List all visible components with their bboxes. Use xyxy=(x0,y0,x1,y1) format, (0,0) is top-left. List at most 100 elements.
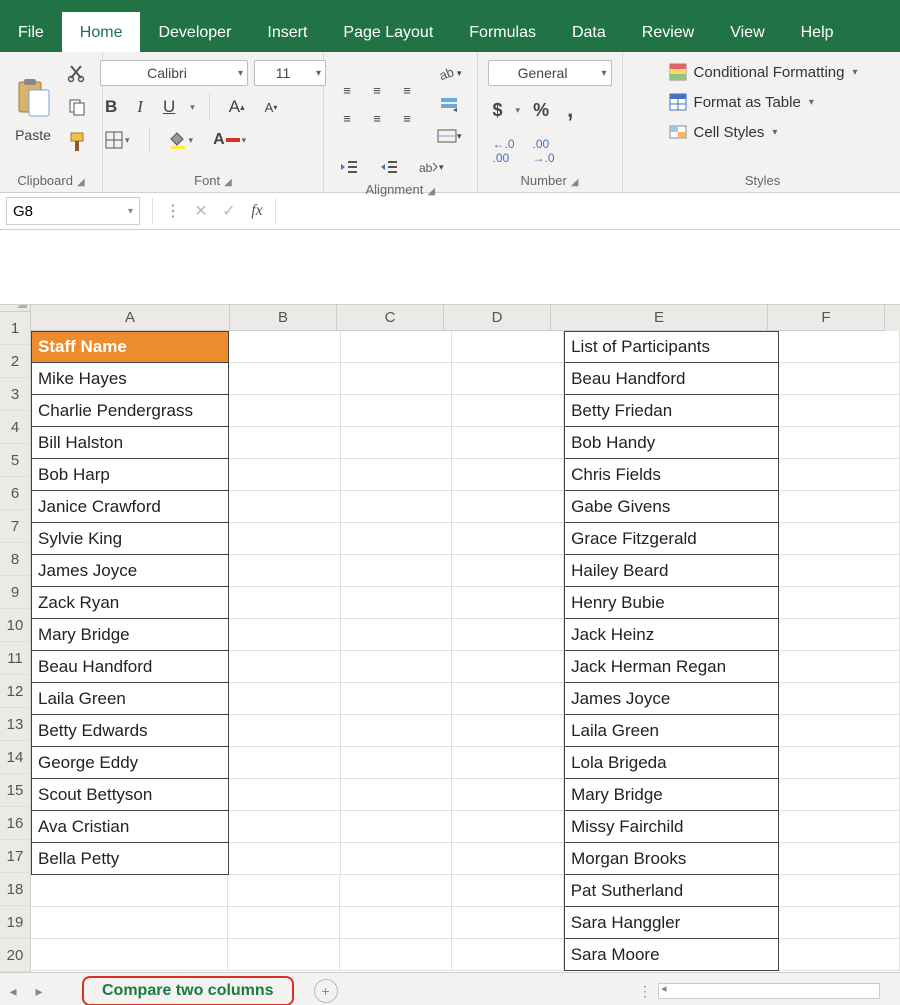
paste-label[interactable]: Paste xyxy=(15,127,51,143)
cell-A14[interactable]: George Eddy xyxy=(31,747,229,779)
cell-B17[interactable] xyxy=(229,843,341,875)
cell-C9[interactable] xyxy=(341,587,453,619)
cell-D19[interactable] xyxy=(452,907,564,939)
row-header-2[interactable]: 2 xyxy=(0,345,31,378)
cell-F2[interactable] xyxy=(779,363,900,395)
cell-A15[interactable]: Scout Bettyson xyxy=(31,779,229,811)
cell-D6[interactable] xyxy=(452,491,564,523)
dialog-launcher-icon[interactable]: ◢ xyxy=(571,177,579,188)
cell-D4[interactable] xyxy=(452,427,564,459)
underline-button[interactable]: U xyxy=(158,94,180,120)
font-name-dropdown[interactable]: Calibri xyxy=(100,60,248,86)
column-header-A[interactable]: A xyxy=(31,305,230,331)
cell-F7[interactable] xyxy=(779,523,900,555)
cell-F10[interactable] xyxy=(779,619,900,651)
fill-color-icon[interactable]: ▾ xyxy=(164,128,199,152)
cell-F5[interactable] xyxy=(779,459,900,491)
cell-F14[interactable] xyxy=(779,747,900,779)
cell-B15[interactable] xyxy=(229,779,341,811)
cell-E5[interactable]: Chris Fields xyxy=(564,459,779,491)
cell-A6[interactable]: Janice Crawford xyxy=(31,491,229,523)
enter-icon[interactable]: ✓ xyxy=(215,198,243,224)
cell-B16[interactable] xyxy=(229,811,341,843)
cell-E7[interactable]: Grace Fitzgerald xyxy=(564,523,779,555)
cell-B6[interactable] xyxy=(229,491,341,523)
cell-B18[interactable] xyxy=(228,875,340,907)
format-painter-icon[interactable] xyxy=(62,128,92,156)
cell-C16[interactable] xyxy=(341,811,453,843)
cell-F12[interactable] xyxy=(779,683,900,715)
cell-A19[interactable] xyxy=(31,907,228,939)
cell-D11[interactable] xyxy=(452,651,564,683)
cell-D20[interactable] xyxy=(452,939,564,971)
cell-B3[interactable] xyxy=(229,395,341,427)
cell-A13[interactable]: Betty Edwards xyxy=(31,715,229,747)
cell-B19[interactable] xyxy=(228,907,340,939)
align-top-icon[interactable]: ≡ xyxy=(334,78,360,102)
row-header-9[interactable]: 9 xyxy=(0,576,31,609)
row-header-11[interactable]: 11 xyxy=(0,642,31,675)
currency-button[interactable]: $ xyxy=(488,97,508,124)
wrap-text-icon[interactable] xyxy=(432,92,467,118)
cancel-icon[interactable]: ✕ xyxy=(187,198,215,224)
cell-A11[interactable]: Beau Handford xyxy=(31,651,229,683)
row-header-7[interactable]: 7 xyxy=(0,510,31,543)
tab-help[interactable]: Help xyxy=(783,12,852,52)
cell-F6[interactable] xyxy=(779,491,900,523)
column-header-F[interactable]: F xyxy=(768,305,885,331)
row-header-10[interactable]: 10 xyxy=(0,609,31,642)
cell-B13[interactable] xyxy=(229,715,341,747)
row-header-8[interactable]: 8 xyxy=(0,543,31,576)
add-sheet-icon[interactable]: + xyxy=(314,979,338,1003)
cell-F15[interactable] xyxy=(779,779,900,811)
tab-review[interactable]: Review xyxy=(624,12,712,52)
cell-D12[interactable] xyxy=(452,683,564,715)
column-header-E[interactable]: E xyxy=(551,305,768,331)
cell-D2[interactable] xyxy=(452,363,564,395)
align-right-icon[interactable]: ≡ xyxy=(394,106,420,130)
cell-D3[interactable] xyxy=(452,395,564,427)
cell-D15[interactable] xyxy=(452,779,564,811)
increase-decimal-icon[interactable]: ←.0.00 xyxy=(488,134,520,168)
orientation2-icon[interactable]: ab▾ xyxy=(414,156,449,178)
cell-B8[interactable] xyxy=(229,555,341,587)
cell-D14[interactable] xyxy=(452,747,564,779)
cell-B1[interactable] xyxy=(229,331,341,363)
italic-button[interactable]: I xyxy=(132,94,148,120)
cell-E14[interactable]: Lola Brigeda xyxy=(564,747,779,779)
tab-scroll-icon[interactable]: ⋮ xyxy=(634,980,656,1002)
cell-D1[interactable] xyxy=(452,331,564,363)
row-header-19[interactable]: 19 xyxy=(0,906,31,939)
tab-data[interactable]: Data xyxy=(554,12,624,52)
cell-B10[interactable] xyxy=(229,619,341,651)
cell-B9[interactable] xyxy=(229,587,341,619)
cell-E8[interactable]: Hailey Beard xyxy=(564,555,779,587)
cell-F17[interactable] xyxy=(779,843,900,875)
align-middle-icon[interactable]: ≡ xyxy=(364,78,390,102)
tab-home[interactable]: Home xyxy=(62,12,141,52)
font-color-icon[interactable]: A▾ xyxy=(208,128,251,152)
borders-icon[interactable]: ▾ xyxy=(100,128,135,152)
cell-E13[interactable]: Laila Green xyxy=(564,715,779,747)
cell-A17[interactable]: Bella Petty xyxy=(31,843,229,875)
sheet-nav-next-icon[interactable]: ▸ xyxy=(28,980,50,1002)
cut-icon[interactable] xyxy=(62,60,92,86)
decrease-indent-icon[interactable] xyxy=(334,156,364,178)
tab-view[interactable]: View xyxy=(712,12,782,52)
tab-developer[interactable]: Developer xyxy=(140,12,249,52)
align-center-icon[interactable]: ≡ xyxy=(364,106,390,130)
cell-A18[interactable] xyxy=(31,875,228,907)
cell-E17[interactable]: Morgan Brooks xyxy=(564,843,779,875)
font-size-dropdown[interactable]: 11 xyxy=(254,60,326,86)
horizontal-scrollbar[interactable] xyxy=(658,983,880,999)
cell-C13[interactable] xyxy=(341,715,453,747)
cell-D5[interactable] xyxy=(452,459,564,491)
cell-E4[interactable]: Bob Handy xyxy=(564,427,779,459)
cell-C17[interactable] xyxy=(341,843,453,875)
orientation-icon[interactable]: ab▾ xyxy=(432,60,467,86)
cell-D16[interactable] xyxy=(452,811,564,843)
cell-A5[interactable]: Bob Harp xyxy=(31,459,229,491)
cell-C19[interactable] xyxy=(340,907,452,939)
row-header-5[interactable]: 5 xyxy=(0,444,31,477)
cell-A3[interactable]: Charlie Pendergrass xyxy=(31,395,229,427)
